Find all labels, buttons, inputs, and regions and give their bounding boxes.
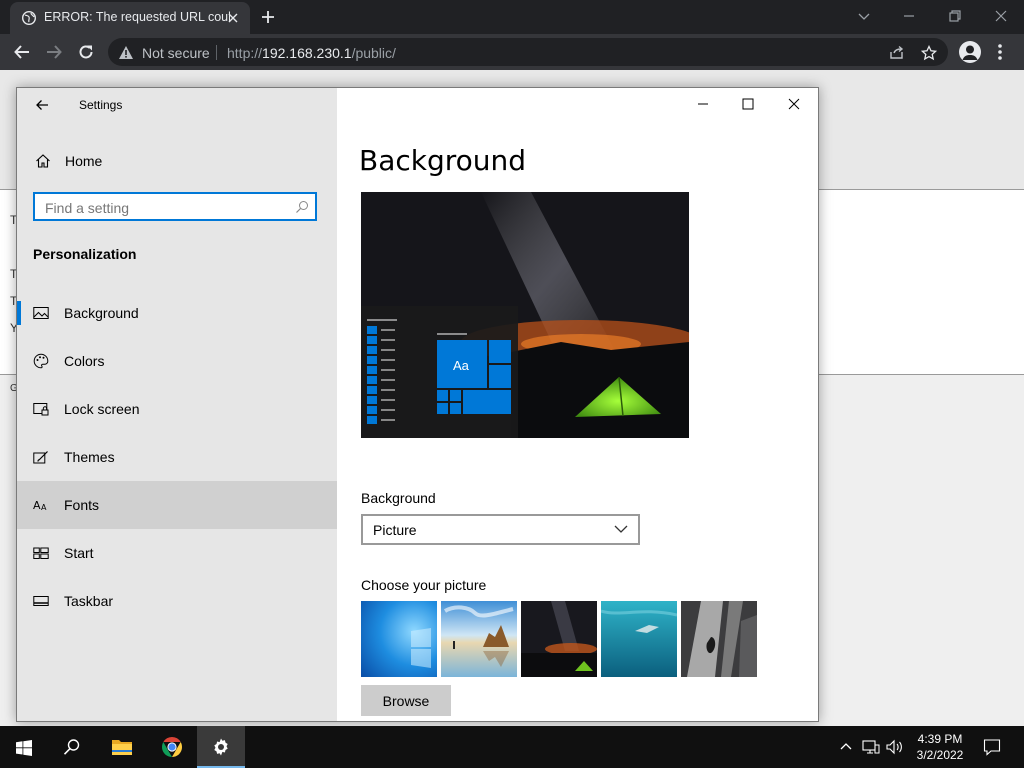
new-tab-icon[interactable]	[260, 9, 276, 25]
dropdown-value: Picture	[373, 522, 417, 538]
nav-item-background[interactable]: Background	[17, 289, 337, 337]
address-divider	[216, 45, 217, 60]
palette-icon	[33, 353, 49, 369]
page-title: Background	[359, 144, 527, 177]
tab-title: ERROR: The requested URL could not be re…	[44, 10, 230, 24]
clock-date: 3/2/2022	[916, 748, 964, 762]
taskbar-icon	[33, 593, 49, 609]
kebab-menu-icon[interactable]	[997, 43, 1003, 61]
nav-item-label: Themes	[64, 449, 115, 465]
profile-avatar-icon[interactable]	[959, 41, 981, 63]
minimize-icon[interactable]	[902, 8, 916, 24]
address-bar[interactable]: Not secure http://192.168.230.1/public/	[108, 38, 948, 66]
svg-text:A: A	[41, 503, 47, 512]
svg-text:A: A	[33, 499, 41, 512]
nav-item-label: Background	[64, 305, 139, 321]
maximize-icon[interactable]	[742, 98, 754, 110]
search-icon	[63, 738, 81, 756]
system-clock[interactable]: 4:39 PM 3/2/2022	[905, 731, 975, 763]
close-tab-icon[interactable]	[226, 11, 240, 25]
browser-tab-strip: ERROR: The requested URL could not be re…	[0, 0, 1024, 34]
picture-thumbnail-windows-light[interactable]	[361, 601, 437, 677]
nav-item-themes[interactable]: Themes	[17, 433, 337, 481]
forward-arrow-icon[interactable]	[45, 43, 63, 61]
nav-item-fonts[interactable]: AA Fonts	[17, 481, 337, 529]
brush-icon	[33, 449, 49, 465]
nav-item-lock-screen[interactable]: Lock screen	[17, 385, 337, 433]
start-tiles-icon	[33, 545, 49, 561]
choose-picture-label: Choose your picture	[361, 577, 487, 593]
fonts-icon: AA	[33, 497, 49, 513]
taskbar-search-button[interactable]	[48, 726, 96, 768]
settings-icon	[211, 737, 231, 757]
nav-item-label: Start	[64, 545, 94, 561]
nav-item-colors[interactable]: Colors	[17, 337, 337, 385]
close-icon[interactable]	[788, 98, 800, 110]
bookmark-star-icon[interactable]	[921, 45, 937, 61]
minimize-icon[interactable]	[697, 98, 709, 110]
background-type-dropdown[interactable]: Picture	[361, 514, 640, 545]
nav-item-label: Taskbar	[64, 593, 114, 609]
url-host: 192.168.230.1	[262, 45, 352, 61]
close-window-icon[interactable]	[994, 8, 1008, 24]
taskbar-chrome[interactable]	[148, 726, 196, 768]
search-placeholder: Find a setting	[45, 200, 130, 216]
background-preview: Aa	[361, 192, 689, 438]
start-button[interactable]	[0, 726, 48, 768]
search-icon[interactable]	[295, 200, 309, 214]
tab-search-chevron-icon[interactable]	[856, 8, 872, 24]
nav-item-label: Lock screen	[64, 401, 140, 417]
warning-icon[interactable]	[118, 45, 134, 60]
settings-sidebar: Settings Home Find a setting Personaliza…	[17, 88, 337, 721]
network-icon[interactable]	[862, 739, 880, 755]
settings-content: Background Aa Background Picture Choose …	[337, 88, 818, 721]
picture-icon	[33, 305, 49, 321]
browser-tab[interactable]: ERROR: The requested URL could not be re…	[10, 2, 250, 34]
window-title: Settings	[79, 98, 123, 112]
chrome-icon	[161, 736, 183, 758]
chevron-down-icon	[614, 524, 628, 534]
back-arrow-icon[interactable]	[13, 43, 31, 61]
back-arrow-icon[interactable]	[35, 98, 49, 112]
background-type-label: Background	[361, 490, 436, 506]
nav-item-label: Fonts	[64, 497, 100, 513]
selection-indicator	[17, 301, 21, 325]
not-secure-label[interactable]: Not secure	[142, 45, 210, 61]
url-text[interactable]: http://192.168.230.1/public/	[227, 45, 396, 61]
picture-thumbnail-rock-cliff[interactable]	[681, 601, 757, 677]
preview-tile-text: Aa	[453, 358, 469, 373]
start-icon	[16, 740, 32, 756]
url-path: /public/	[351, 45, 396, 61]
taskbar-settings[interactable]	[197, 726, 245, 768]
home-icon	[35, 153, 51, 169]
browser-toolbar: Not secure http://192.168.230.1/public/	[0, 34, 1024, 70]
volume-icon[interactable]	[886, 739, 904, 755]
clock-time: 4:39 PM	[917, 732, 963, 746]
find-setting-input[interactable]: Find a setting	[33, 192, 317, 221]
nav-item-taskbar[interactable]: Taskbar	[17, 577, 337, 625]
globe-icon	[22, 11, 36, 25]
section-title: Personalization	[33, 246, 137, 262]
lock-screen-icon	[33, 401, 49, 417]
home-link[interactable]: Home	[17, 145, 337, 177]
restore-icon[interactable]	[948, 8, 962, 24]
notifications-icon[interactable]	[983, 738, 1001, 756]
picture-thumbnail-underwater-swimmer[interactable]	[601, 601, 677, 677]
file-explorer-icon	[111, 738, 133, 756]
picture-thumbnail-beach-rocks[interactable]	[441, 601, 517, 677]
settings-window: Settings Home Find a setting Personaliza…	[16, 87, 819, 722]
browse-button[interactable]: Browse	[361, 685, 451, 716]
taskbar-file-explorer[interactable]	[98, 726, 146, 768]
nav-item-label: Colors	[64, 353, 105, 369]
show-hidden-icons-chevron-icon[interactable]	[840, 739, 852, 753]
share-icon[interactable]	[889, 45, 905, 60]
nav-item-start[interactable]: Start	[17, 529, 337, 577]
windows-taskbar: 4:39 PM 3/2/2022	[0, 726, 1024, 768]
picture-thumbnail-night-tent[interactable]	[521, 601, 597, 677]
url-scheme: http://	[227, 45, 263, 61]
reload-icon[interactable]	[77, 43, 95, 61]
home-label: Home	[65, 153, 103, 169]
